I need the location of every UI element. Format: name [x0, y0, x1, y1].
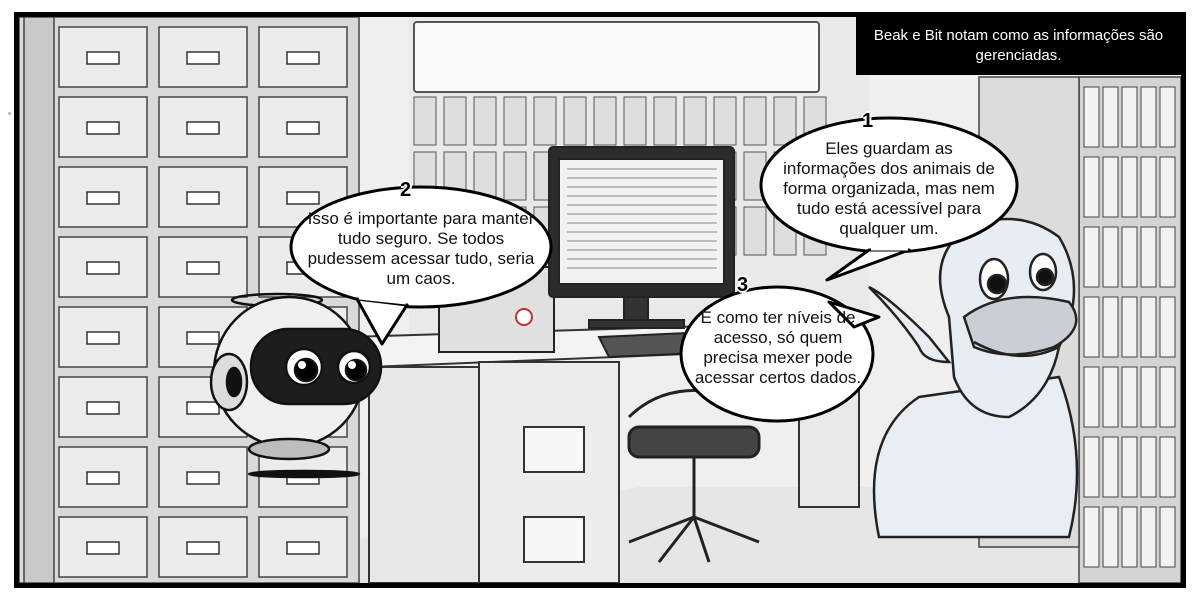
speech-bubble-1: 1 Eles guardam as informações dos animai… — [759, 110, 1029, 287]
scene-illustration — [19, 17, 1181, 583]
speech-bubble-2: 2 Isso é importante para manter tudo seg… — [287, 179, 562, 349]
speech-bubble-3: 3 É como ter níveis de acesso, só quem p… — [679, 272, 884, 427]
caption-text: Beak e Bit notam como as informações são… — [873, 27, 1164, 64]
right-binders — [1083, 86, 1176, 568]
stray-mark — [8, 112, 11, 115]
caption-box: Beak e Bit notam como as informações são… — [856, 17, 1181, 75]
comic-panel: 1 Eles guardam as informações dos animai… — [14, 12, 1186, 588]
bubble-2-text: Isso é importante para manter tudo segur… — [307, 209, 535, 288]
bubble-3-text: É como ter níveis de acesso, só quem pre… — [694, 308, 862, 387]
window — [413, 21, 820, 93]
bubble-2-number: 2 — [400, 179, 412, 201]
archive-room-scene: 1 Eles guardam as informações dos animai… — [19, 17, 1181, 583]
bubble-1-text: Eles guardam as informações dos animais … — [783, 139, 995, 238]
bubble-3-number: 3 — [737, 274, 749, 296]
